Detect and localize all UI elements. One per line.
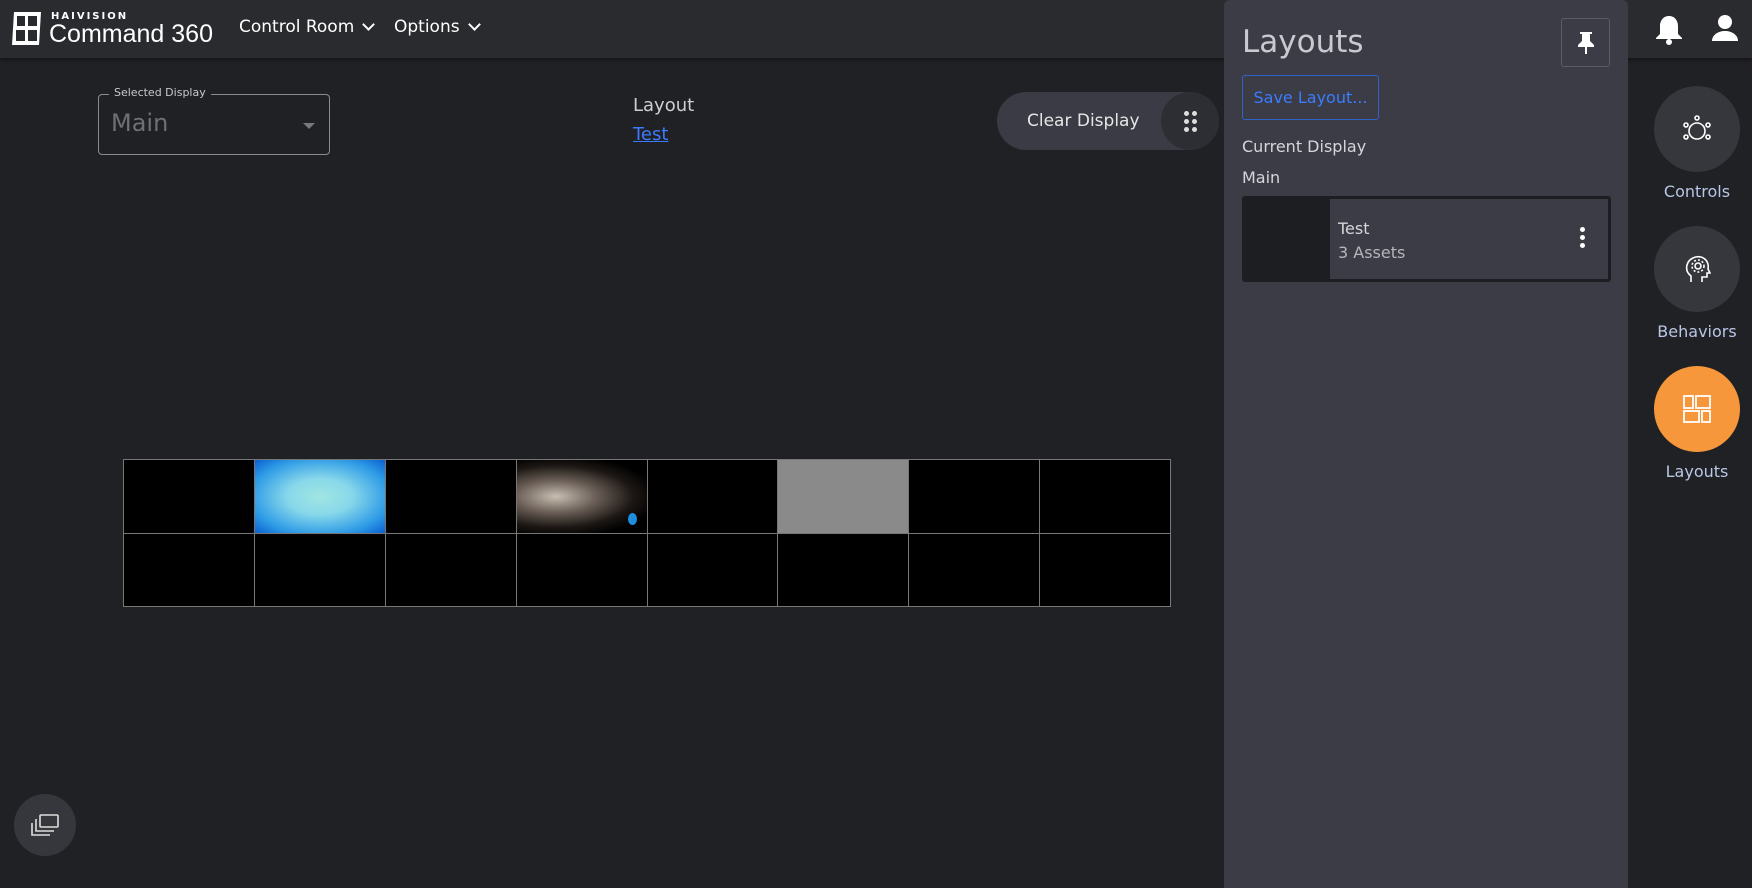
wall-cell-blue-source[interactable] xyxy=(254,460,385,533)
chevron-down-icon xyxy=(467,18,481,31)
panel-title: Layouts xyxy=(1242,24,1364,60)
clear-display-button[interactable]: Clear Display xyxy=(997,92,1219,150)
behaviors-label: Behaviors xyxy=(1657,322,1737,341)
menu-label: Options xyxy=(394,17,460,37)
wall-cell-video[interactable] xyxy=(516,460,647,533)
layouts-button[interactable] xyxy=(1654,366,1740,452)
behaviors-button[interactable] xyxy=(1654,226,1740,312)
wall-cell-empty[interactable] xyxy=(909,460,1040,533)
sources-button[interactable] xyxy=(14,794,76,856)
wall-cell-grey[interactable] xyxy=(778,460,909,533)
selected-display-label: Selected Display xyxy=(109,86,211,99)
behaviors-icon xyxy=(1685,255,1711,282)
layout-link[interactable]: Test xyxy=(633,124,668,145)
wall-cell-empty[interactable] xyxy=(778,533,909,606)
controls-label: Controls xyxy=(1663,182,1731,201)
wall-cell-empty[interactable] xyxy=(647,460,778,533)
haivision-logo-icon xyxy=(12,12,41,45)
save-layout-button[interactable]: Save Layout... xyxy=(1242,75,1379,120)
wall-cell-empty[interactable] xyxy=(1040,533,1170,606)
menu-control-room[interactable]: Control Room xyxy=(239,17,376,37)
wall-cell-empty[interactable] xyxy=(1040,460,1170,533)
controls-icon xyxy=(1683,115,1711,140)
stacked-windows-icon xyxy=(31,814,59,836)
wall-cell-empty[interactable] xyxy=(124,533,254,606)
wall-cell-empty[interactable] xyxy=(385,460,516,533)
pin-button[interactable] xyxy=(1561,18,1610,67)
layouts-panel: Layouts Save Layout... Current Display M… xyxy=(1224,0,1628,888)
wall-cell-empty[interactable] xyxy=(909,533,1040,606)
drag-handle-icon[interactable] xyxy=(1161,92,1219,150)
video-wall-grid xyxy=(123,459,1171,607)
layout-label: Layout xyxy=(633,95,695,116)
app-title: Command 360 xyxy=(49,20,213,48)
selected-display-value: Main xyxy=(111,109,169,137)
current-display-label: Current Display xyxy=(1242,137,1367,156)
selected-display-select[interactable]: Selected Display Main xyxy=(98,86,330,155)
wall-cell-empty[interactable] xyxy=(385,533,516,606)
controls-button[interactable] xyxy=(1654,86,1740,172)
layout-card-body: Test 3 Assets xyxy=(1330,199,1608,279)
chevron-down-icon xyxy=(362,18,376,31)
wall-cell-empty[interactable] xyxy=(647,533,778,606)
bell-icon[interactable] xyxy=(1654,14,1684,46)
pin-icon xyxy=(1577,31,1594,54)
layout-card-assets: 3 Assets xyxy=(1338,243,1406,262)
wall-cell-empty[interactable] xyxy=(254,533,385,606)
layouts-label: Layouts xyxy=(1665,462,1729,481)
layout-card[interactable]: Test 3 Assets xyxy=(1242,196,1611,282)
caret-down-icon xyxy=(303,123,315,129)
wall-cell-empty[interactable] xyxy=(124,460,254,533)
menu-options[interactable]: Options xyxy=(394,17,481,37)
wall-cell-empty[interactable] xyxy=(516,533,647,606)
current-display-value: Main xyxy=(1242,168,1281,187)
more-options-icon[interactable] xyxy=(1580,227,1586,248)
layout-card-name: Test xyxy=(1338,219,1370,238)
clear-display-label: Clear Display xyxy=(1027,111,1140,131)
layouts-icon xyxy=(1683,395,1711,423)
menu-label: Control Room xyxy=(239,17,355,37)
user-icon[interactable] xyxy=(1711,14,1739,44)
